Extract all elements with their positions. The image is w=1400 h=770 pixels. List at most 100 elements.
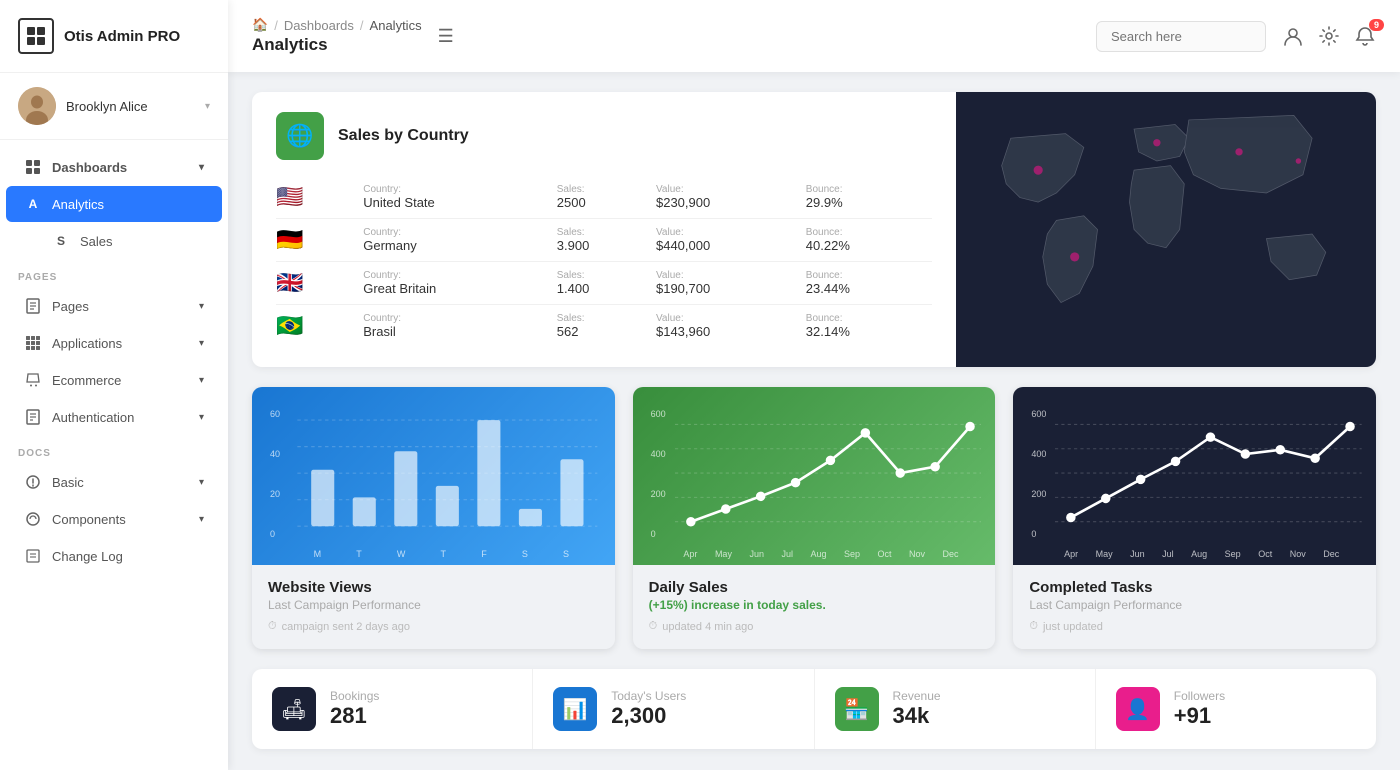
authentication-label: Authentication	[52, 410, 134, 425]
clock-icon: ⏱	[1029, 620, 1038, 633]
ecommerce-icon	[24, 371, 42, 389]
authentication-icon	[24, 408, 42, 426]
page-title: Analytics	[252, 35, 422, 55]
revenue-value: 34k	[893, 703, 941, 729]
settings-icon[interactable]	[1318, 25, 1340, 47]
bottom-stats: 🛋 Bookings 281 📊 Today's Users 2,300 🏪 R…	[252, 669, 1376, 749]
website-views-time: ⏱ campaign sent 2 days ago	[268, 620, 599, 633]
bookings-value: 281	[330, 703, 379, 729]
daily-sales-time: ⏱ updated 4 min ago	[649, 620, 980, 633]
daily-sales-info: Daily Sales (+15%) increase in today sal…	[633, 565, 996, 649]
applications-icon	[24, 334, 42, 352]
breadcrumb-sep2: /	[360, 18, 364, 33]
completed-tasks-y-labels: 600 400 200 0	[1031, 409, 1046, 539]
sidebar-item-dashboards[interactable]: Dashboards ▾	[6, 149, 222, 185]
website-views-card: 60 40 20 0	[252, 387, 615, 649]
notifications-icon[interactable]: 9	[1354, 25, 1376, 47]
website-views-title: Website Views	[268, 579, 599, 596]
applications-label: Applications	[52, 336, 122, 351]
sales-card-title: Sales by Country	[338, 127, 469, 145]
table-row: 🇺🇸 Country: United State Sales: 2500 Val…	[276, 176, 932, 219]
country-flag: 🇬🇧	[276, 262, 363, 305]
sales-label: Sales	[80, 234, 113, 249]
user-name: Brooklyn Alice	[66, 99, 195, 114]
country-flag: 🇧🇷	[276, 305, 363, 348]
basic-icon	[24, 473, 42, 491]
sidebar-item-pages[interactable]: Pages ▾	[6, 288, 222, 324]
completed-tasks-time: ⏱ just updated	[1029, 620, 1360, 633]
completed-tasks-info: Completed Tasks Last Campaign Performanc…	[1013, 565, 1376, 649]
sales-cell: Sales: 2500	[557, 176, 656, 219]
website-views-info: Website Views Last Campaign Performance …	[252, 565, 615, 649]
followers-label: Followers	[1174, 689, 1225, 703]
notification-badge: 9	[1369, 19, 1384, 31]
breadcrumb-sep1: /	[274, 18, 278, 33]
bookings-info: Bookings 281	[330, 689, 379, 729]
country-cell: Country: Germany	[363, 219, 557, 262]
sidebar-navigation: Dashboards ▾ A Analytics S Sales PAGES P…	[0, 140, 228, 770]
analytics-letter: A	[24, 195, 42, 213]
daily-sales-card: 600 400 200 0	[633, 387, 996, 649]
changelog-label: Change Log	[52, 549, 123, 564]
bounce-cell: Bounce: 32.14%	[806, 305, 932, 348]
sidebar-item-analytics[interactable]: A Analytics	[6, 186, 222, 222]
breadcrumb-current: Analytics	[370, 18, 422, 33]
followers-value: +91	[1174, 703, 1225, 729]
completed-tasks-subtitle: Last Campaign Performance	[1029, 598, 1360, 612]
pages-icon	[24, 297, 42, 315]
country-flag: 🇩🇪	[276, 219, 363, 262]
completed-tasks-card: 600 400 200 0	[1013, 387, 1376, 649]
sidebar-item-changelog[interactable]: Change Log	[6, 538, 222, 574]
country-cell: Country: Brasil	[363, 305, 557, 348]
sales-cell: Sales: 562	[557, 305, 656, 348]
sidebar-item-components[interactable]: Components ▾	[6, 501, 222, 537]
value-cell: Value: $440,000	[656, 219, 806, 262]
avatar	[18, 87, 56, 125]
sidebar-item-ecommerce[interactable]: Ecommerce ▾	[6, 362, 222, 398]
daily-sales-subtitle: (+15%) increase in today sales.	[649, 598, 980, 612]
completed-tasks-title: Completed Tasks	[1029, 579, 1360, 596]
clock-icon: ⏱	[649, 620, 658, 633]
ecommerce-chevron-icon: ▾	[199, 375, 204, 386]
bottom-stat-revenue: 🏪 Revenue 34k	[815, 669, 1096, 749]
bottom-stat-followers: 👤 Followers +91	[1096, 669, 1376, 749]
main-area: 🏠 / Dashboards / Analytics Analytics ☰ 9	[228, 0, 1400, 770]
website-views-subtitle: Last Campaign Performance	[268, 598, 599, 612]
table-row: 🇧🇷 Country: Brasil Sales: 562 Value: $14…	[276, 305, 932, 348]
sidebar-item-basic[interactable]: Basic ▾	[6, 464, 222, 500]
value-cell: Value: $230,900	[656, 176, 806, 219]
analytics-label: Analytics	[52, 197, 104, 212]
bookings-label: Bookings	[330, 689, 379, 703]
home-icon[interactable]: 🏠	[252, 17, 268, 33]
completed-tasks-x-labels: Apr May Jun Jul Aug Sep Oct Nov Dec	[1027, 547, 1362, 565]
sidebar-user: Brooklyn Alice ▾	[0, 73, 228, 140]
revenue-info: Revenue 34k	[893, 689, 941, 729]
user-profile-icon[interactable]	[1282, 25, 1304, 47]
header-actions: 9	[1282, 25, 1376, 47]
sidebar-item-applications[interactable]: Applications ▾	[6, 325, 222, 361]
sidebar-item-authentication[interactable]: Authentication ▾	[6, 399, 222, 435]
today-users-info: Today's Users 2,300	[611, 689, 686, 729]
country-cell: Country: Great Britain	[363, 262, 557, 305]
docs-group-label: DOCS	[0, 436, 228, 463]
sidebar-item-sales[interactable]: S Sales	[6, 223, 222, 259]
components-chevron-icon: ▾	[199, 514, 204, 525]
user-chevron-icon[interactable]: ▾	[205, 101, 210, 112]
sales-letter: S	[52, 232, 70, 250]
table-row: 🇩🇪 Country: Germany Sales: 3.900 Value: …	[276, 219, 932, 262]
basic-chevron-icon: ▾	[199, 477, 204, 488]
bounce-cell: Bounce: 40.22%	[806, 219, 932, 262]
clock-icon: ⏱	[268, 620, 277, 633]
website-views-y-labels: 60 40 20 0	[270, 409, 280, 539]
followers-icon: 👤	[1116, 687, 1160, 731]
completed-tasks-chart: 600 400 200 0	[1013, 387, 1376, 565]
search-input[interactable]	[1096, 21, 1266, 52]
breadcrumb-dashboards[interactable]: Dashboards	[284, 18, 354, 33]
logo-icon	[18, 18, 54, 54]
daily-sales-y-labels: 600 400 200 0	[651, 409, 666, 539]
today-users-icon: 📊	[553, 687, 597, 731]
menu-icon[interactable]: ☰	[438, 26, 454, 47]
changelog-icon	[24, 547, 42, 565]
bookings-icon: 🛋	[272, 687, 316, 731]
today-users-value: 2,300	[611, 703, 686, 729]
